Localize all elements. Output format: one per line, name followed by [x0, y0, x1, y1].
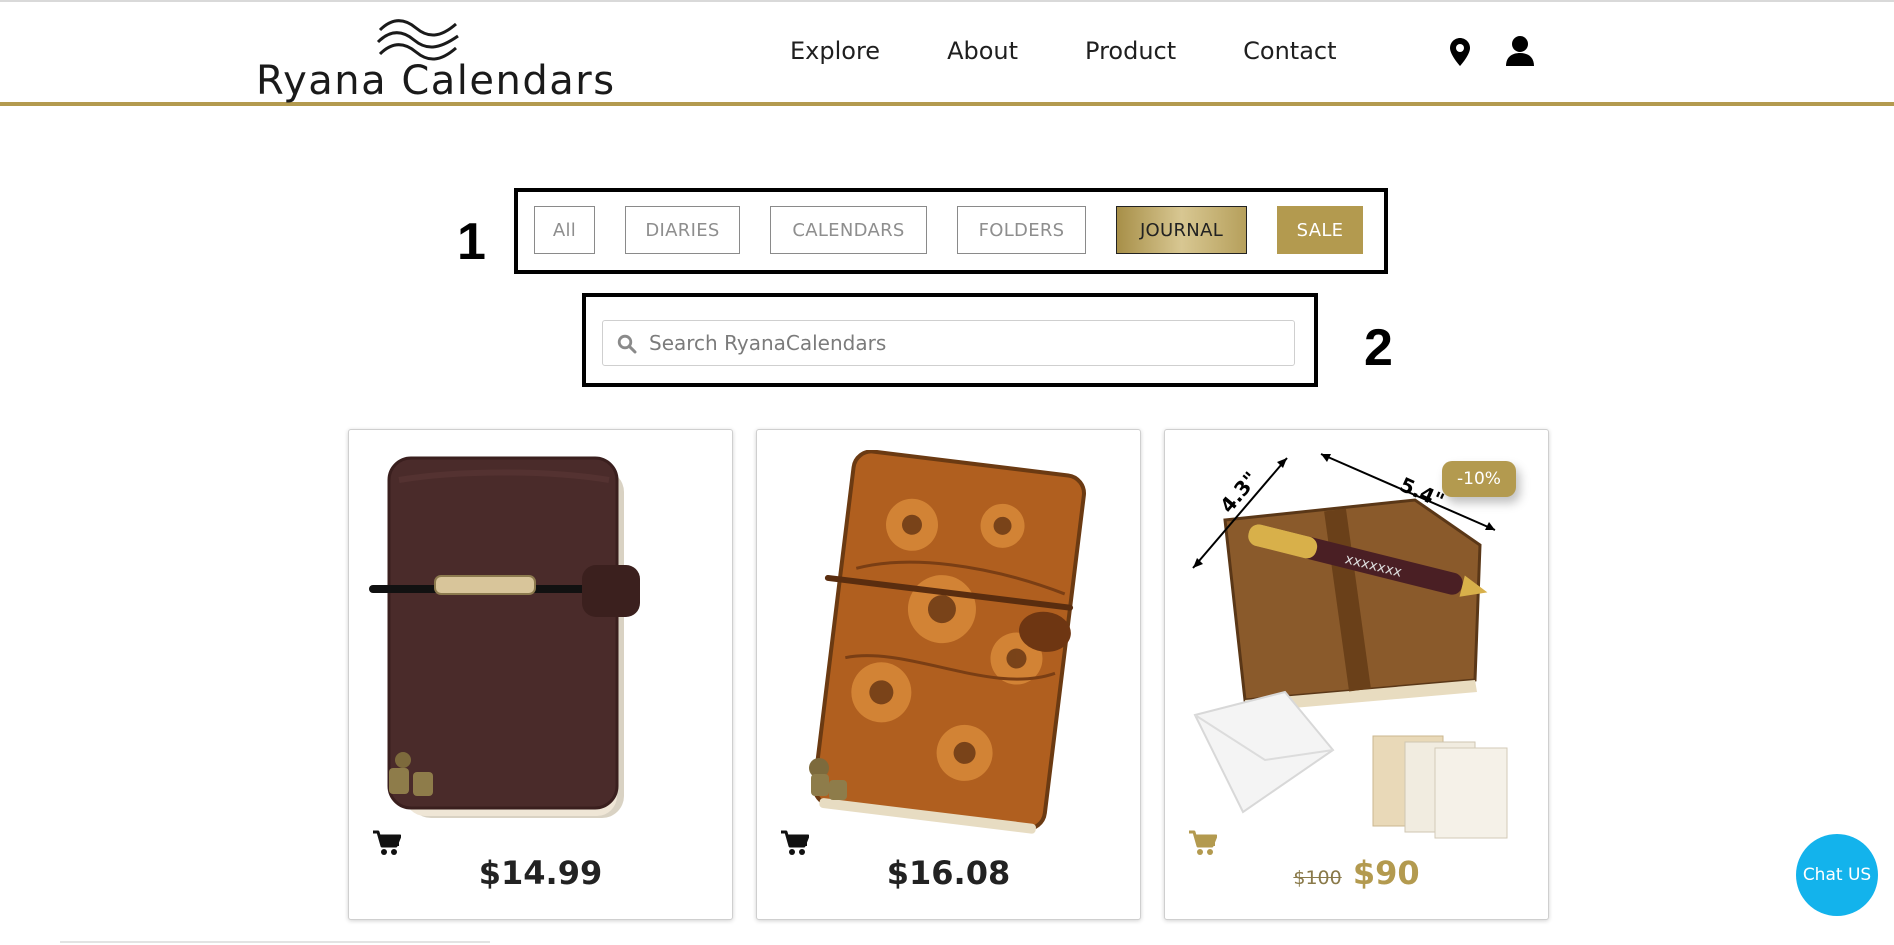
nav-link-product[interactable]: Product — [1085, 37, 1176, 67]
page: Ryana Calendars Explore About Product Co… — [0, 0, 1894, 945]
search-input[interactable] — [649, 327, 1279, 359]
annotation-number-2: 2 — [1364, 319, 1393, 377]
discount-badge: -10% — [1442, 461, 1516, 497]
product-card[interactable]: $16.08 — [756, 429, 1141, 920]
product-price: $14.99 — [478, 854, 603, 892]
search-bar[interactable] — [602, 320, 1295, 366]
nav-link-contact[interactable]: Contact — [1243, 37, 1336, 67]
nav-link-about[interactable]: About — [947, 37, 1018, 67]
cart-icon[interactable] — [373, 830, 401, 856]
brand-name: Ryana Calendars — [256, 58, 616, 104]
product-card[interactable]: $14.99 — [348, 429, 733, 920]
product-image[interactable]: xxxxxxx 4.3" 5.4" — [1185, 450, 1528, 850]
cart-icon[interactable] — [781, 830, 809, 856]
brand-logo[interactable]: Ryana Calendars — [256, 16, 614, 104]
price-row: $14.99 — [349, 854, 732, 892]
filter-folders-button[interactable]: FOLDERS — [957, 206, 1086, 254]
price-row: $16.08 — [757, 854, 1140, 892]
main-nav: Explore About Product Contact — [790, 37, 1404, 67]
location-pin-icon[interactable] — [1450, 38, 1470, 66]
filter-journal-button[interactable]: JOURNAL — [1116, 206, 1247, 254]
annotation-number-1: 1 — [457, 213, 486, 271]
filter-all-button[interactable]: All — [534, 206, 595, 254]
product-price: $16.08 — [886, 854, 1011, 892]
site-header: Ryana Calendars Explore About Product Co… — [0, 2, 1894, 106]
filter-diaries-button[interactable]: DIARIES — [625, 206, 740, 254]
bottom-divider — [60, 941, 490, 943]
original-price: $100 — [1293, 867, 1342, 889]
dimension-label: 4.3" — [1215, 467, 1263, 518]
product-image[interactable] — [369, 450, 712, 850]
cart-icon[interactable] — [1189, 830, 1217, 856]
product-price: $90 — [1352, 854, 1420, 892]
product-image[interactable] — [777, 450, 1120, 850]
filter-sale-button[interactable]: SALE — [1277, 206, 1363, 254]
waves-logo-icon — [376, 19, 459, 61]
price-row: $100 $90 — [1165, 854, 1548, 892]
chat-button[interactable]: Chat US — [1796, 834, 1878, 916]
product-card[interactable]: xxxxxxx 4.3" 5.4" -10% $100 $90 — [1164, 429, 1549, 920]
user-icon[interactable] — [1506, 36, 1534, 66]
search-icon — [617, 334, 637, 354]
nav-link-explore[interactable]: Explore — [790, 37, 880, 67]
filter-calendars-button[interactable]: CALENDARS — [770, 206, 927, 254]
